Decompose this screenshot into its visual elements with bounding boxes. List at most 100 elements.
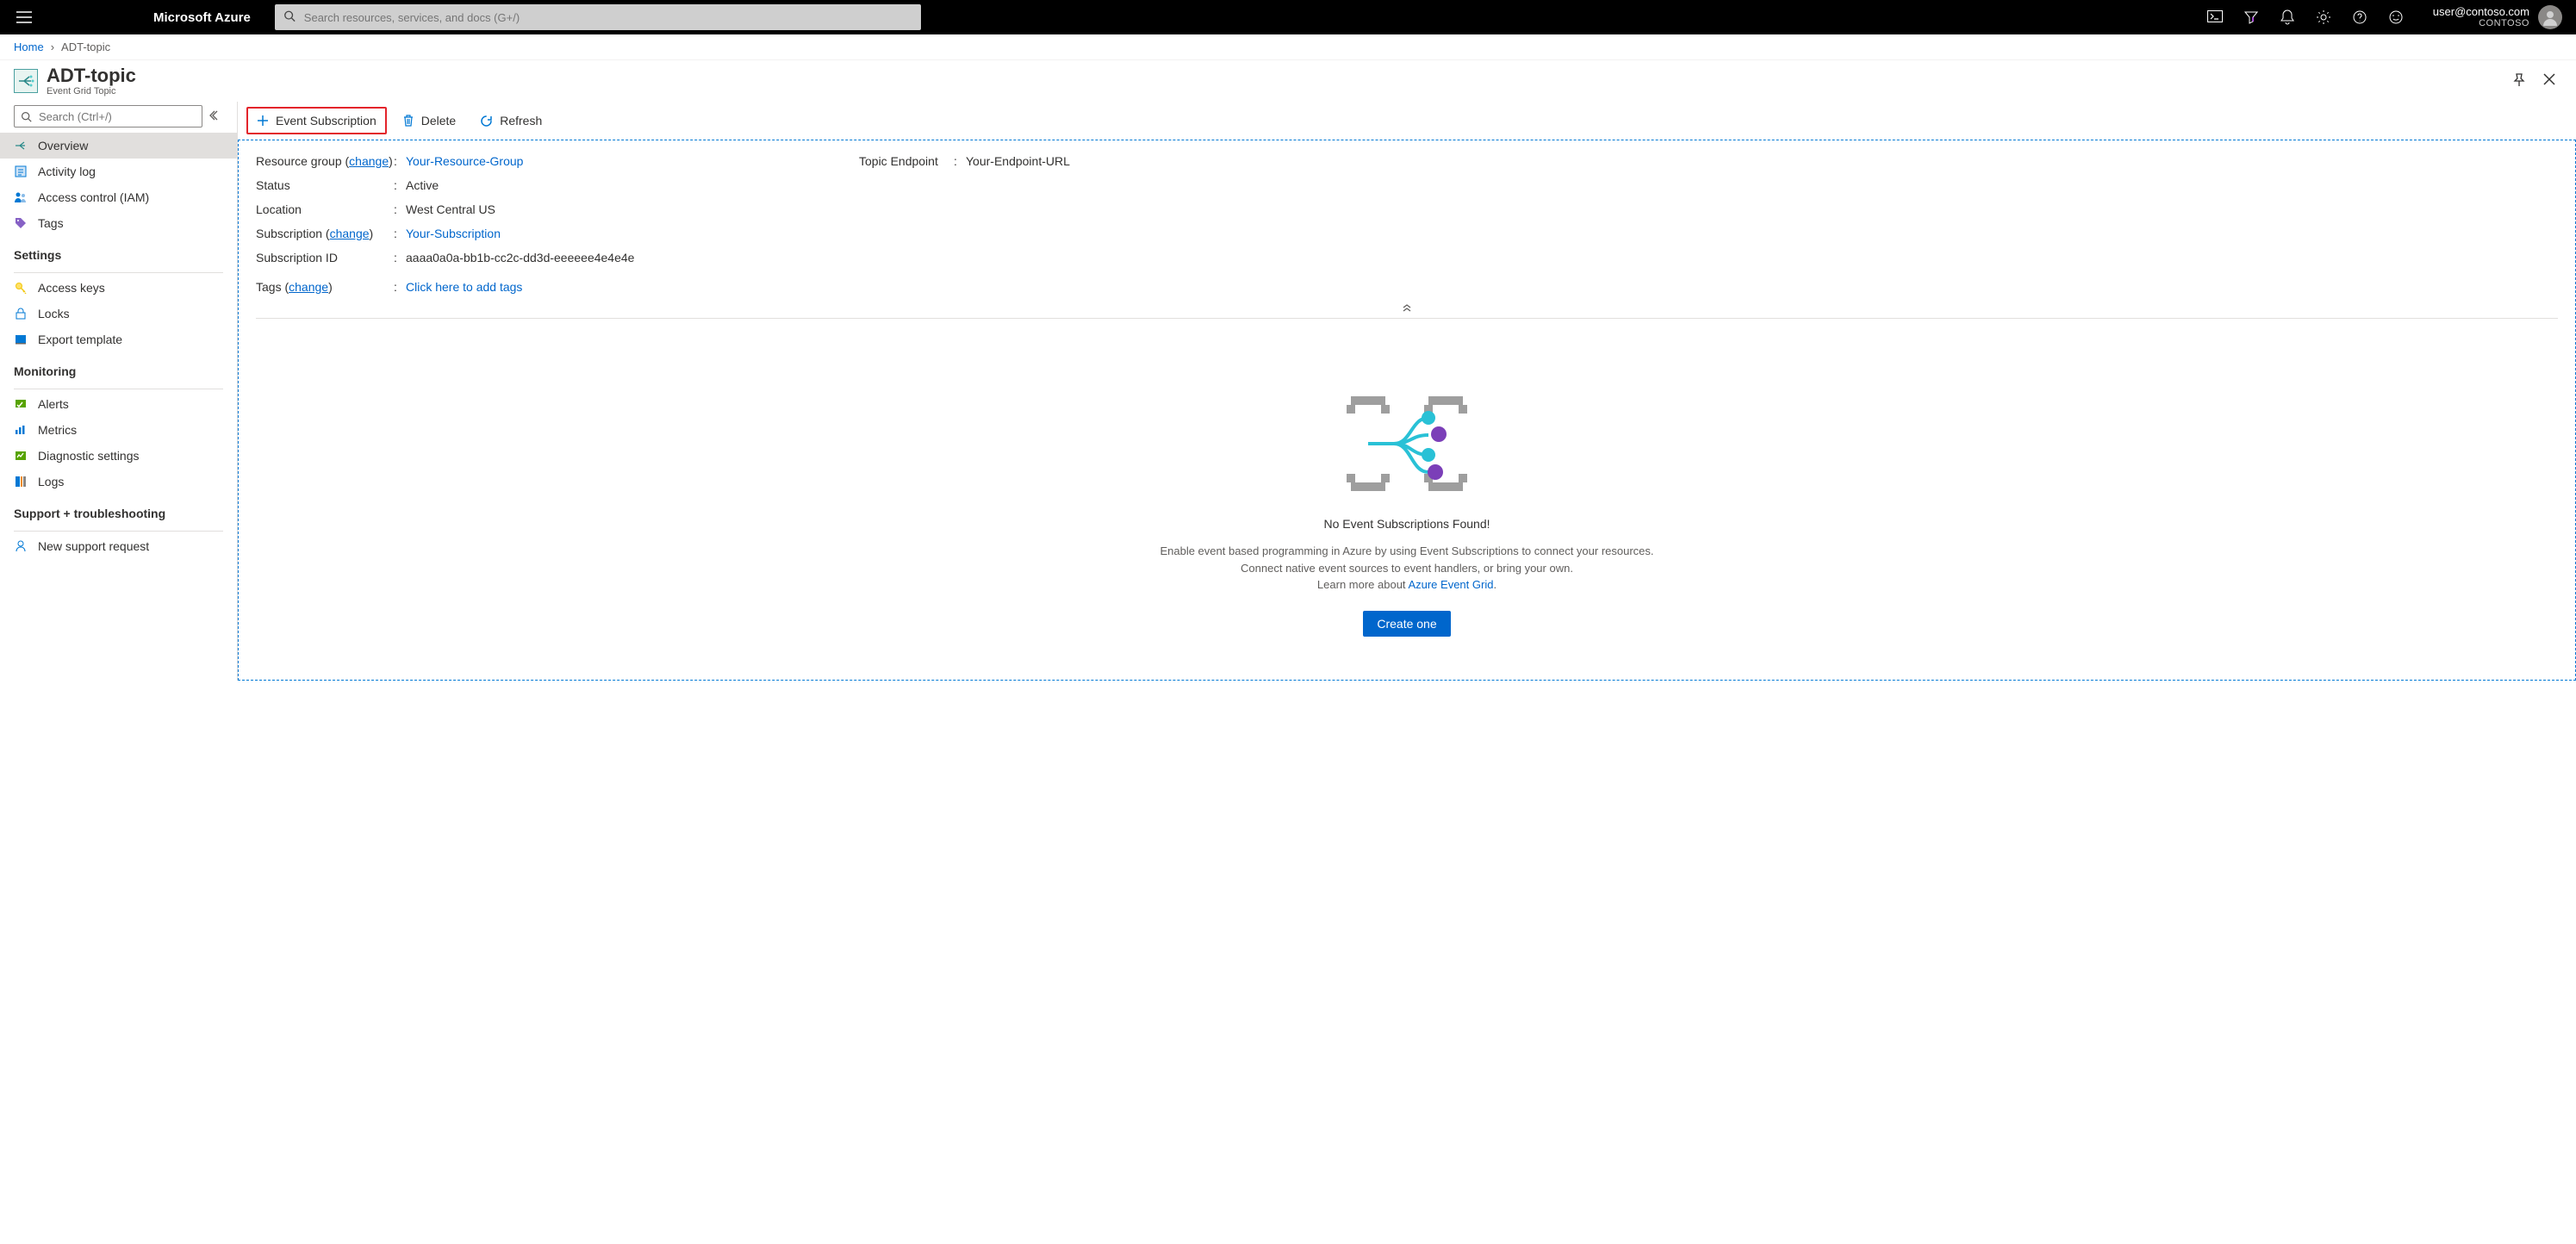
chevron-up-double-icon xyxy=(1402,303,1412,312)
nav-label: Export template xyxy=(38,333,122,346)
essentials-row-location: Location : West Central US xyxy=(256,197,807,221)
activity-log-icon xyxy=(14,165,28,178)
collapse-essentials-button[interactable] xyxy=(256,299,2558,319)
collapse-nav-button[interactable] xyxy=(209,109,223,123)
filter-icon[interactable] xyxy=(2243,9,2259,25)
status-value: Active xyxy=(406,178,439,192)
global-search-wrap xyxy=(275,4,921,30)
refresh-icon xyxy=(480,115,493,128)
close-icon[interactable] xyxy=(2543,73,2555,90)
essentials-row-rg: Resource group (change) : Your-Resource-… xyxy=(256,149,807,173)
breadcrumb-home[interactable]: Home xyxy=(14,40,44,53)
refresh-button[interactable]: Refresh xyxy=(471,109,551,133)
user-block[interactable]: user@contoso.com CONTOSO xyxy=(2433,5,2562,29)
access-control-icon xyxy=(14,190,28,204)
nav-activity-log[interactable]: Activity log xyxy=(0,159,237,184)
user-avatar xyxy=(2538,5,2562,29)
main-panel: Event Subscription Delete Refresh Resour… xyxy=(238,102,2576,681)
title-text-block: ADT-topic Event Grid Topic xyxy=(47,65,136,96)
nav-diagnostic-settings[interactable]: Diagnostic settings xyxy=(0,443,237,469)
tags-icon xyxy=(14,216,28,230)
delete-button[interactable]: Delete xyxy=(394,109,464,133)
overview-icon xyxy=(14,139,28,152)
top-right-icons: user@contoso.com CONTOSO xyxy=(2207,5,2569,29)
nav-label: Diagnostic settings xyxy=(38,449,140,463)
search-icon xyxy=(21,111,32,125)
learn-more-link[interactable]: Azure Event Grid xyxy=(1408,578,1493,591)
plus-icon xyxy=(257,115,269,127)
body-split: Overview Activity log Access control (IA… xyxy=(0,102,2576,681)
event-grid-empty-icon xyxy=(1342,388,1472,500)
nav-header-monitoring: Monitoring xyxy=(0,352,237,383)
essentials-row-subid: Subscription ID : aaaa0a0a-bb1b-cc2c-dd3… xyxy=(256,246,807,270)
breadcrumb: Home › ADT-topic xyxy=(0,34,2576,60)
pin-icon[interactable] xyxy=(2512,73,2526,90)
nav-search-wrap xyxy=(0,105,237,133)
create-one-button[interactable]: Create one xyxy=(1363,611,1450,637)
nav-label: Access keys xyxy=(38,281,105,295)
change-subscription-link[interactable]: change xyxy=(330,227,370,240)
empty-state: No Event Subscriptions Found! Enable eve… xyxy=(256,319,2558,654)
help-icon[interactable] xyxy=(2352,9,2368,25)
nav-label: Metrics xyxy=(38,423,77,437)
endpoint-value: Your-Endpoint-URL xyxy=(966,154,1070,168)
top-bar: Microsoft Azure user@contoso.com CONTOS xyxy=(0,0,2576,34)
nav-label: Alerts xyxy=(38,397,69,411)
trash-icon xyxy=(402,114,414,128)
empty-description: Enable event based programming in Azure … xyxy=(1148,543,1665,594)
left-nav: Overview Activity log Access control (IA… xyxy=(0,102,238,681)
essentials-row-tags: Tags (change) : Click here to add tags xyxy=(256,275,807,299)
brand-label: Microsoft Azure xyxy=(153,10,251,25)
event-subscription-button[interactable]: Event Subscription xyxy=(246,107,387,134)
nav-label: Tags xyxy=(38,216,64,230)
cloud-shell-icon[interactable] xyxy=(2207,9,2223,25)
key-icon xyxy=(14,281,28,295)
nav-access-keys[interactable]: Access keys xyxy=(0,275,237,301)
resource-group-link[interactable]: Your-Resource-Group xyxy=(406,154,523,168)
subscription-link[interactable]: Your-Subscription xyxy=(406,227,501,240)
global-search-input[interactable] xyxy=(275,4,921,30)
logs-icon xyxy=(14,475,28,488)
command-bar: Event Subscription Delete Refresh xyxy=(238,102,2576,140)
nav-label: Activity log xyxy=(38,165,96,178)
nav-overview[interactable]: Overview xyxy=(0,133,237,159)
nav-locks[interactable]: Locks xyxy=(0,301,237,327)
user-email: user@contoso.com xyxy=(2433,6,2529,18)
export-icon xyxy=(14,333,28,346)
nav-tags[interactable]: Tags xyxy=(0,210,237,236)
nav-export-template[interactable]: Export template xyxy=(0,327,237,352)
nav-label: Locks xyxy=(38,307,70,320)
metrics-icon xyxy=(14,423,28,437)
add-tags-link[interactable]: Click here to add tags xyxy=(406,280,522,294)
nav-search-input[interactable] xyxy=(14,105,202,128)
alerts-icon xyxy=(14,397,28,411)
nav-label: Overview xyxy=(38,139,88,152)
breadcrumb-separator: › xyxy=(51,40,54,53)
page-title: ADT-topic xyxy=(47,65,136,86)
nav-metrics[interactable]: Metrics xyxy=(0,417,237,443)
nav-new-support-request[interactable]: New support request xyxy=(0,533,237,559)
lock-icon xyxy=(14,307,28,320)
cmd-label: Event Subscription xyxy=(276,114,376,128)
user-tenant: CONTOSO xyxy=(2433,18,2529,28)
feedback-icon[interactable] xyxy=(2388,9,2404,25)
hamburger-button[interactable] xyxy=(7,0,41,34)
nav-logs[interactable]: Logs xyxy=(0,469,237,494)
nav-label: Access control (IAM) xyxy=(38,190,149,204)
title-actions xyxy=(2512,73,2562,90)
change-rg-link[interactable]: change xyxy=(349,154,389,168)
nav-access-control[interactable]: Access control (IAM) xyxy=(0,184,237,210)
hamburger-icon xyxy=(16,11,32,23)
page-subtitle: Event Grid Topic xyxy=(47,86,136,96)
nav-alerts[interactable]: Alerts xyxy=(0,391,237,417)
cmd-label: Delete xyxy=(421,114,456,128)
search-icon xyxy=(283,10,296,25)
diagnostic-icon xyxy=(14,449,28,463)
settings-gear-icon[interactable] xyxy=(2316,9,2331,25)
content-frame: Resource group (change) : Your-Resource-… xyxy=(238,140,2576,681)
essentials-row-endpoint: Topic Endpoint : Your-Endpoint-URL xyxy=(859,149,1070,173)
change-tags-link[interactable]: change xyxy=(289,280,328,294)
location-value: West Central US xyxy=(406,202,495,216)
cmd-label: Refresh xyxy=(500,114,542,128)
notifications-icon[interactable] xyxy=(2280,9,2295,25)
